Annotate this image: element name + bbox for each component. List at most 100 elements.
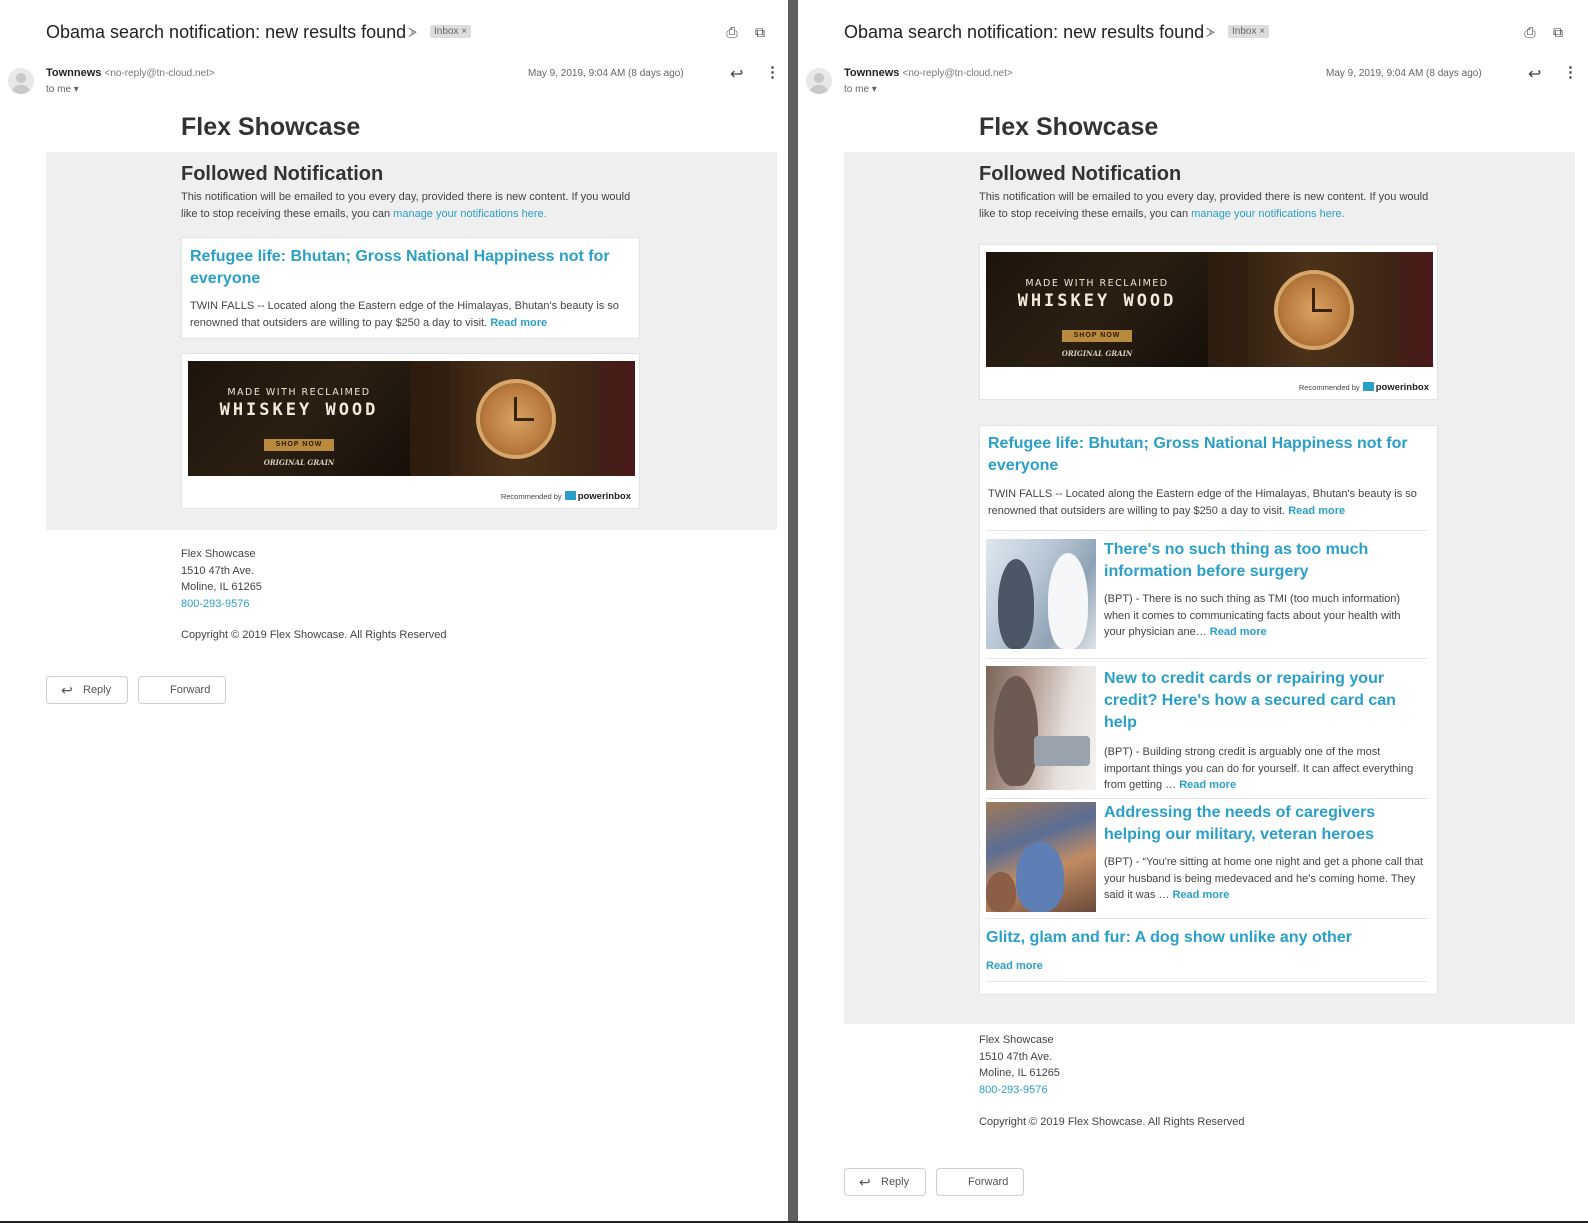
email-pane-right: Obama search notification: new results f…: [798, 0, 1588, 1223]
more-vert-icon[interactable]: ⋮: [1563, 63, 1578, 81]
list-item: New to credit cards or repairing your cr…: [986, 658, 1427, 798]
sender-line: Townnews <no-reply@tn-cloud.net>: [46, 67, 215, 79]
recommended-by[interactable]: Recommended by powerinbox: [1299, 382, 1429, 393]
article-thumbnail-image[interactable]: [986, 802, 1096, 912]
chevron-down-icon: ▾: [73, 84, 79, 95]
whiskey-wood-ad-banner[interactable]: MADE WITH RECLAIMED WHISKEY WOOD SHOP NO…: [188, 361, 635, 476]
article-summary: (BPT) - Building strong credit is arguab…: [1104, 746, 1414, 791]
article-title-link[interactable]: New to credit cards or repairing your cr…: [1104, 668, 1422, 734]
person-shape: [998, 559, 1034, 649]
subject-row: Obama search notification: new results f…: [844, 20, 1588, 46]
notification-title: Followed Notification: [979, 163, 1182, 185]
read-more-link[interactable]: Read more: [986, 960, 1043, 972]
manage-notifications-link[interactable]: manage your notifications here.: [393, 208, 546, 220]
article-thumbnail-image[interactable]: [986, 539, 1096, 649]
inbox-label-badge[interactable]: Inbox ×: [1228, 25, 1270, 38]
article-title-link[interactable]: Refugee life: Bhutan; Gross National Hap…: [988, 433, 1428, 477]
article-summary: (BPT) - “You're sitting at home one nigh…: [1104, 856, 1424, 901]
footer-address-line1: 1510 47th Ave.: [181, 564, 255, 577]
powerinbox-logo-icon: [1362, 382, 1374, 391]
sender-avatar: [806, 68, 832, 94]
open-in-new-window-icon[interactable]: ⧉: [1550, 24, 1566, 40]
article-title-link[interactable]: There's no such thing as too much inform…: [1104, 539, 1422, 583]
print-icon[interactable]: ⎙: [1522, 24, 1538, 40]
inbox-label-badge[interactable]: Inbox ×: [430, 25, 472, 38]
email-date: May 9, 2019, 9:04 AM (8 days ago): [528, 68, 684, 79]
subject-row: Obama search notification: new results f…: [46, 20, 788, 46]
ad-headline: WHISKEY WOOD: [219, 400, 379, 420]
article-summary: Read more: [986, 958, 1306, 975]
notification-text: This notification will be emailed to you…: [979, 191, 1429, 220]
article-title-link[interactable]: Refugee life: Bhutan; Gross National Hap…: [190, 246, 630, 290]
reply-icon[interactable]: ↩: [730, 64, 743, 84]
reply-button[interactable]: ↩ Reply: [46, 676, 128, 704]
reply-icon: ↩: [61, 682, 73, 698]
ad-watch-image: [410, 361, 635, 476]
email-subject: Obama search notification: new results f…: [844, 22, 1205, 42]
person-shape: [1016, 842, 1064, 912]
newsletter-brand-title: Flex Showcase: [979, 113, 1159, 141]
reply-icon: ↩: [859, 1174, 871, 1190]
sender-name: Townnews: [46, 67, 102, 79]
reply-button[interactable]: ↩ Reply: [844, 1168, 926, 1196]
label-arrow-icon[interactable]: ᗆ: [408, 25, 417, 41]
notification-title: Followed Notification: [181, 163, 384, 185]
read-more-link[interactable]: Read more: [1288, 505, 1345, 517]
laptop-shape: [1034, 736, 1090, 766]
recommended-by[interactable]: Recommended by powerinbox: [501, 491, 631, 502]
read-more-link[interactable]: Read more: [490, 317, 547, 329]
powerinbox-name: powerinbox: [1375, 382, 1429, 393]
list-item: There's no such thing as too much inform…: [986, 530, 1427, 658]
footer-address: Flex Showcase 1510 47th Ave. Moline, IL …: [979, 1032, 1060, 1098]
read-more-link[interactable]: Read more: [1172, 889, 1229, 901]
sender-email: <no-reply@tn-cloud.net>: [902, 68, 1013, 79]
email-subject: Obama search notification: new results f…: [46, 22, 407, 42]
whiskey-wood-ad-banner[interactable]: MADE WITH RECLAIMED WHISKEY WOOD SHOP NO…: [986, 252, 1433, 367]
article-list-card: Refugee life: Bhutan; Gross National Hap…: [979, 425, 1438, 995]
sender-avatar: [8, 68, 34, 94]
forward-button[interactable]: Forward: [936, 1168, 1024, 1196]
ad-text-panel: MADE WITH RECLAIMED WHISKEY WOOD SHOP NO…: [188, 361, 410, 476]
powerinbox-logo-icon: [564, 491, 576, 500]
footer-copyright: Copyright © 2019 Flex Showcase. All Righ…: [181, 629, 447, 641]
ad-card: MADE WITH RECLAIMED WHISKEY WOOD SHOP NO…: [979, 244, 1438, 400]
recipients-toggle[interactable]: to me ▾: [46, 84, 79, 95]
person-shape: [994, 676, 1038, 786]
list-item: Glitz, glam and fur: A dog show unlike a…: [986, 918, 1427, 982]
footer-address-line2: Moline, IL 61265: [979, 1067, 1060, 1079]
article-summary: TWIN FALLS -- Located along the Eastern …: [988, 488, 1417, 517]
powerinbox-name: powerinbox: [577, 491, 631, 502]
ad-shop-now-button[interactable]: SHOP NOW: [264, 439, 334, 451]
article-summary: TWIN FALLS -- Located along the Eastern …: [190, 300, 619, 329]
open-in-new-window-icon[interactable]: ⧉: [752, 24, 768, 40]
article-summary: (BPT) - There is no such thing as TMI (t…: [1104, 593, 1401, 638]
reply-icon[interactable]: ↩: [1528, 64, 1541, 84]
ad-shop-now-button[interactable]: SHOP NOW: [1062, 330, 1132, 342]
manage-notifications-link[interactable]: manage your notifications here.: [1191, 208, 1344, 220]
read-more-link[interactable]: Read more: [1179, 779, 1236, 791]
more-vert-icon[interactable]: ⋮: [765, 63, 780, 81]
to-me-label: to me: [46, 84, 72, 95]
article-card: Refugee life: Bhutan; Gross National Hap…: [181, 237, 640, 339]
label-arrow-icon[interactable]: ᗆ: [1206, 25, 1215, 41]
notification-text: This notification will be emailed to you…: [181, 191, 631, 220]
read-more-link[interactable]: Read more: [1210, 626, 1267, 638]
pane-divider: [788, 0, 798, 1223]
chevron-down-icon: ▾: [871, 84, 877, 95]
person-shape: [1048, 553, 1088, 649]
recipients-toggle[interactable]: to me ▾: [844, 84, 877, 95]
ad-brand-name: ORIGINAL GRAIN: [1061, 349, 1133, 358]
footer-phone-link[interactable]: 800-293-9576: [979, 1082, 1060, 1099]
email-date: May 9, 2019, 9:04 AM (8 days ago): [1326, 68, 1482, 79]
article-title-link[interactable]: Glitz, glam and fur: A dog show unlike a…: [986, 927, 1426, 949]
footer-phone-link[interactable]: 800-293-9576: [181, 596, 262, 613]
sender-name: Townnews: [844, 67, 900, 79]
article-thumbnail-image[interactable]: [986, 666, 1096, 790]
list-item: Addressing the needs of caregivers helpi…: [986, 798, 1427, 918]
forward-button[interactable]: Forward: [138, 676, 226, 704]
footer-address-line2: Moline, IL 61265: [181, 581, 262, 593]
print-icon[interactable]: ⎙: [724, 24, 740, 40]
watch-hand-shape: [514, 418, 534, 421]
article-title-link[interactable]: Addressing the needs of caregivers helpi…: [1104, 802, 1422, 846]
to-me-label: to me: [844, 84, 870, 95]
